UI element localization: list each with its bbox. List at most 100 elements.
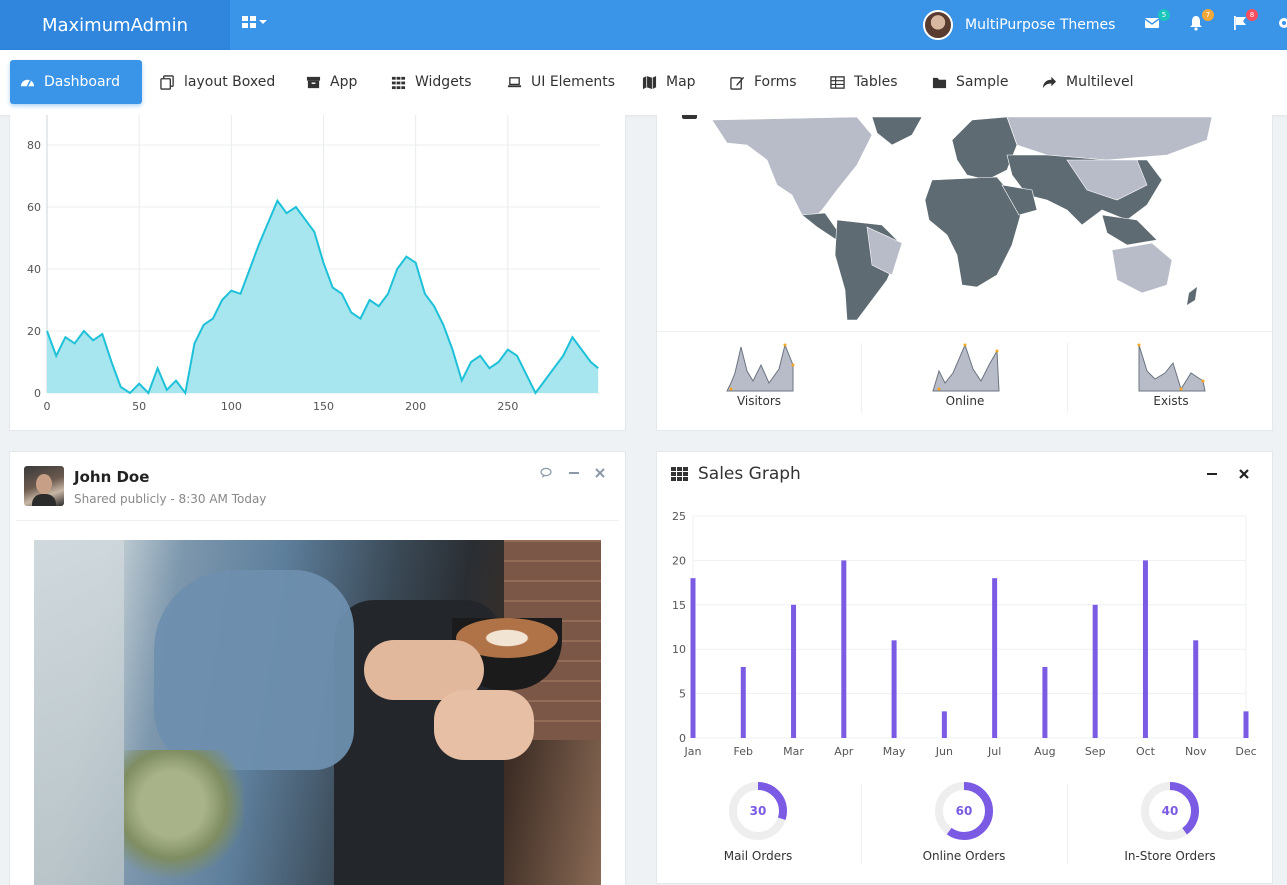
nav-label: Widgets <box>415 74 472 90</box>
donut-label: In-Store Orders <box>1124 849 1216 863</box>
x-tick-label: 250 <box>497 400 518 413</box>
edit-icon <box>730 76 745 90</box>
y-tick-label: 40 <box>27 263 41 276</box>
brand-logo[interactable]: MaximumAdmin <box>0 0 230 50</box>
nav-item-app[interactable]: App <box>296 60 367 104</box>
donut-label: Online Orders <box>922 849 1006 863</box>
donut-3: 40 <box>1141 782 1199 840</box>
x-tick-label: 50 <box>132 400 146 413</box>
notifications-button[interactable]: 7 <box>1188 9 1214 33</box>
nav-label: Tables <box>854 74 898 90</box>
nav-item-widgets[interactable]: Widgets <box>381 60 482 104</box>
flags-button[interactable]: 8 <box>1232 9 1258 33</box>
settings-button[interactable] <box>1276 15 1287 33</box>
nav-item-map[interactable]: Map <box>632 60 706 104</box>
x-tick-label: 200 <box>405 400 426 413</box>
bar-apr <box>841 560 847 738</box>
europe-shape <box>951 116 1018 181</box>
bar-sep <box>1092 604 1098 738</box>
minimize-button[interactable] <box>568 467 580 483</box>
nav-item-dashboard[interactable]: Dashboard <box>10 60 142 104</box>
greenland-shape <box>871 116 923 146</box>
sales-graph-title: Sales Graph <box>698 464 801 484</box>
y-tick-label: 25 <box>672 510 686 523</box>
y-tick-label: 0 <box>34 387 41 400</box>
nav-item-multilevel[interactable]: Multilevel <box>1032 60 1144 104</box>
map-control-icon[interactable] <box>682 115 697 119</box>
nav-label: Multilevel <box>1066 74 1134 90</box>
user-menu[interactable]: MultiPurpose Themes <box>923 10 1115 40</box>
visitors-sparkline <box>726 343 795 392</box>
mail-badge: 5 <box>1158 9 1170 21</box>
online-sparkline <box>932 343 1000 392</box>
minimize-button[interactable] <box>1206 468 1218 484</box>
nav-item-ui-elements[interactable]: UI Elements <box>497 60 625 104</box>
nav-label: layout Boxed <box>184 74 276 90</box>
y-tick-label: 80 <box>27 139 41 152</box>
y-tick-label: 20 <box>27 325 41 338</box>
grid-icon <box>391 76 406 89</box>
flags-badge: 8 <box>1246 9 1258 21</box>
x-tick-label: 100 <box>221 400 242 413</box>
x-tick-label: 150 <box>313 400 334 413</box>
nav-label: Forms <box>754 74 797 90</box>
minus-icon <box>569 472 579 474</box>
share-icon <box>1042 76 1057 88</box>
donut-1: 30 <box>729 782 787 840</box>
grid-icon <box>242 16 256 28</box>
comments-icon <box>540 467 552 478</box>
grid-icon <box>671 467 688 481</box>
nav-label: Sample <box>956 74 1009 90</box>
online-label: Online <box>945 394 985 408</box>
nav-item-forms[interactable]: Forms <box>720 60 807 104</box>
close-button[interactable] <box>594 467 606 483</box>
x-tick-label: Sep <box>1085 745 1106 758</box>
bar-nov <box>1193 640 1199 738</box>
nav-item-layout-boxed[interactable]: layout Boxed <box>150 60 285 104</box>
comments-button[interactable] <box>540 467 554 483</box>
bar-jul <box>992 578 998 738</box>
divider <box>861 343 862 413</box>
author-avatar[interactable] <box>24 466 64 506</box>
apps-menu-button[interactable] <box>242 15 267 29</box>
avatar <box>923 10 953 40</box>
bar-dec <box>1243 711 1249 738</box>
y-tick-label: 10 <box>672 643 686 656</box>
bar-jan <box>690 578 696 738</box>
x-tick-label: Jun <box>935 745 953 758</box>
new-zealand-shape <box>1187 287 1197 305</box>
map-icon <box>642 75 657 89</box>
gear-icon <box>1279 18 1287 28</box>
donut-label: Mail Orders <box>723 849 793 863</box>
bar-oct <box>1142 560 1148 738</box>
close-icon <box>1239 469 1249 479</box>
bar-feb <box>740 666 746 738</box>
copy-icon <box>160 74 174 90</box>
folder-icon <box>932 77 947 88</box>
x-tick-label: Mar <box>783 745 804 758</box>
x-tick-label: Jul <box>987 745 1001 758</box>
donut-2: 60 <box>935 782 993 840</box>
nav-item-tables[interactable]: Tables <box>820 60 908 104</box>
divider <box>1067 784 1068 864</box>
divider <box>1067 343 1068 413</box>
x-tick-label: Dec <box>1235 745 1256 758</box>
close-button[interactable] <box>1238 468 1250 484</box>
y-tick-label: 15 <box>672 599 686 612</box>
se-asia-shape <box>1101 214 1158 246</box>
nav-item-sample[interactable]: Sample <box>922 60 1019 104</box>
divider <box>861 784 862 864</box>
user-name: MultiPurpose Themes <box>965 17 1116 33</box>
archive-icon <box>306 76 321 88</box>
exists-sparkline <box>1137 343 1206 392</box>
notifications-badge: 7 <box>1202 9 1214 21</box>
x-tick-label: Feb <box>734 745 753 758</box>
bar-mar <box>791 604 797 738</box>
table-icon <box>830 75 845 89</box>
nav-label: Map <box>666 74 696 90</box>
mail-button[interactable]: 5 <box>1144 9 1170 33</box>
exists-label: Exists <box>1153 394 1189 408</box>
minus-icon <box>1207 473 1217 475</box>
post-author-name[interactable]: John Doe <box>74 468 149 486</box>
caret-down-icon <box>259 20 267 24</box>
